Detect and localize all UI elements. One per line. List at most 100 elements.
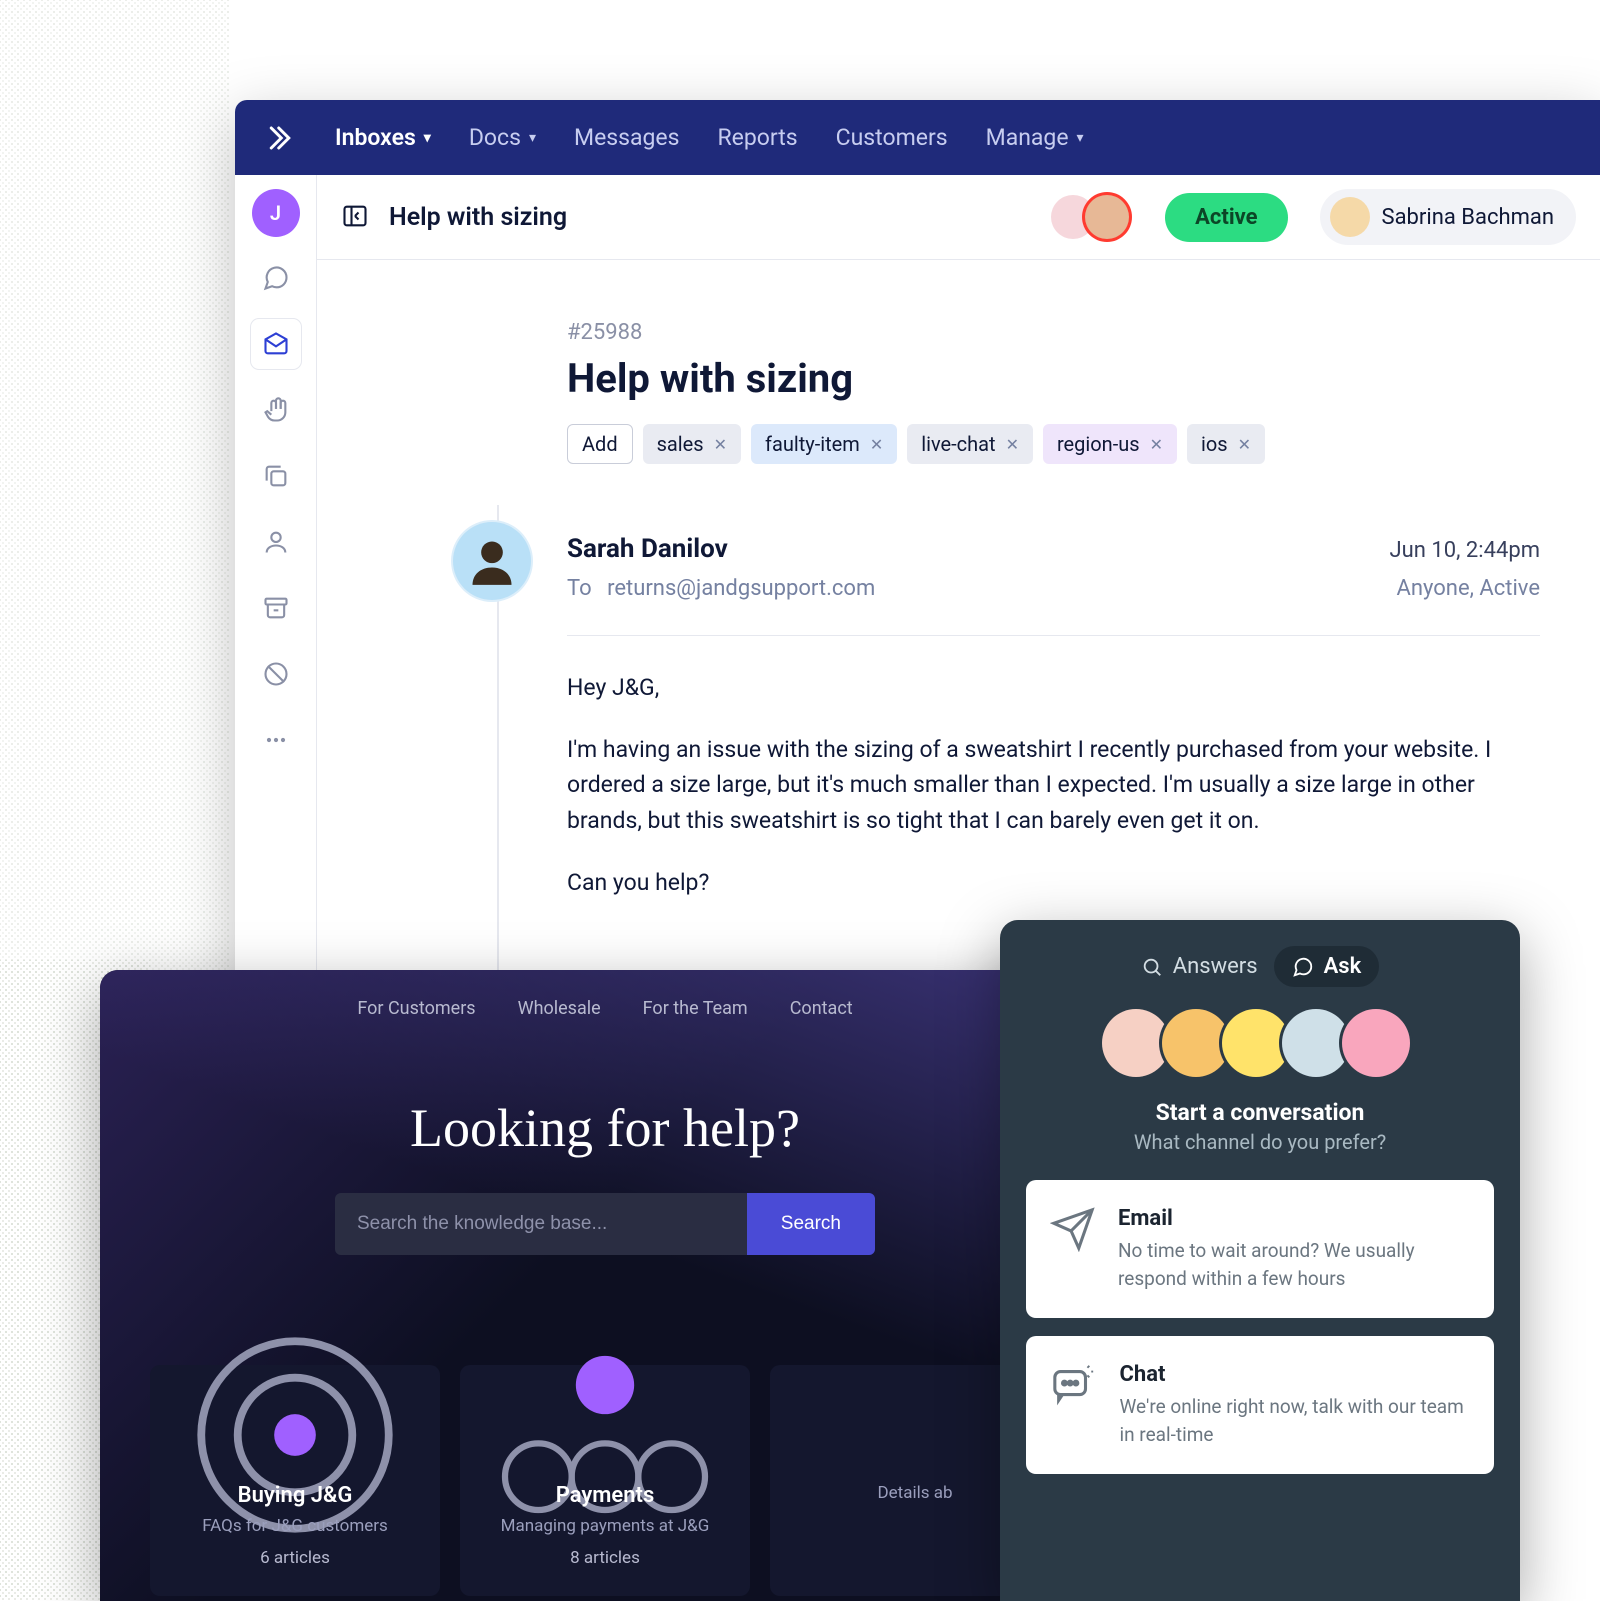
kb-card-subtitle: FAQs for J&G customers: [170, 1516, 420, 1536]
channel-desc: We're online right now, talk with our te…: [1119, 1393, 1470, 1448]
nav-inboxes[interactable]: Inboxes ▾: [335, 124, 431, 151]
viewer-avatar-current[interactable]: [1085, 195, 1129, 239]
message-paragraph: Hey J&G,: [567, 670, 1540, 706]
paper-plane-icon: [1050, 1206, 1096, 1292]
message-date: Jun 10, 2:44pm: [1390, 538, 1540, 563]
app-logo[interactable]: [263, 121, 297, 155]
message: Sarah Danilov Jun 10, 2:44pm To returns@…: [567, 534, 1540, 900]
chevron-down-icon: ▾: [424, 130, 431, 146]
assignee-chip[interactable]: Sabrina Bachman: [1320, 189, 1576, 245]
close-icon[interactable]: ✕: [1238, 435, 1251, 454]
close-icon[interactable]: ✕: [1006, 435, 1019, 454]
current-user-avatar[interactable]: J: [252, 189, 300, 237]
add-tag-button[interactable]: Add: [567, 424, 633, 464]
kb-nav-team[interactable]: For the Team: [643, 998, 748, 1019]
message-meta: Anyone, Active: [1397, 576, 1541, 601]
viewers: [1061, 195, 1129, 239]
target-icon: [170, 1405, 420, 1465]
tag-live-chat[interactable]: live-chat✕: [907, 424, 1033, 464]
tag-label: sales: [657, 432, 704, 456]
tab-ask[interactable]: Ask: [1274, 946, 1380, 987]
kb-search-button[interactable]: Search: [747, 1193, 875, 1255]
tag-sales[interactable]: sales ✕: [643, 424, 741, 464]
channel-chat[interactable]: Chat We're online right now, talk with o…: [1026, 1336, 1494, 1474]
assignee-avatar: [1330, 197, 1370, 237]
nav-reports[interactable]: Reports: [718, 124, 798, 151]
nav-reports-label: Reports: [718, 124, 798, 151]
kb-card-count: 8 articles: [480, 1548, 730, 1568]
kb-hero-title: Looking for help?: [150, 1097, 1060, 1159]
widget-subtitle: What channel do you prefer?: [1026, 1130, 1494, 1154]
agent-avatar: [1162, 1009, 1230, 1077]
kb-card-buying[interactable]: Buying J&G FAQs for J&G customers 6 arti…: [150, 1365, 440, 1596]
message-paragraph: I'm having an issue with the sizing of a…: [567, 732, 1540, 839]
close-icon[interactable]: ✕: [1150, 435, 1163, 454]
kb-card-payments[interactable]: Payments Managing payments at J&G 8 arti…: [460, 1365, 750, 1596]
kb-nav-contact[interactable]: Contact: [790, 998, 853, 1019]
to-address: returns@jandgsupport.com: [607, 576, 875, 601]
close-icon[interactable]: ✕: [870, 435, 883, 454]
nav-manage[interactable]: Manage ▾: [986, 124, 1084, 151]
kb-nav-wholesale[interactable]: Wholesale: [518, 998, 601, 1019]
agent-avatar: [1342, 1009, 1410, 1077]
sender-name: Sarah Danilov: [567, 534, 728, 564]
avatar-initial: J: [270, 201, 281, 225]
tab-ask-label: Ask: [1324, 954, 1362, 979]
divider: [567, 635, 1540, 636]
conversation-header: Help with sizing Active Sabrina Bachman: [317, 175, 1600, 260]
copy-icon[interactable]: [251, 451, 301, 501]
kb-search: Search: [335, 1193, 875, 1255]
kb-cards: Buying J&G FAQs for J&G customers 6 arti…: [150, 1365, 1060, 1596]
tag-label: ios: [1201, 432, 1228, 456]
channel-name: Email: [1118, 1206, 1470, 1231]
tag-label: faulty-item: [765, 432, 860, 456]
chevron-down-icon: ▾: [529, 130, 536, 146]
widget-tabs: Answers Ask: [1026, 946, 1494, 987]
mail-icon[interactable]: [251, 319, 301, 369]
agent-avatar: [1282, 1009, 1350, 1077]
status-pill[interactable]: Active: [1165, 193, 1287, 242]
tag-label: region-us: [1057, 432, 1140, 456]
close-icon[interactable]: ✕: [714, 435, 727, 454]
nav-messages[interactable]: Messages: [574, 124, 680, 151]
ticket-title: Help with sizing: [567, 355, 1540, 402]
ticket-id: #25988: [567, 320, 1540, 345]
nav-inboxes-label: Inboxes: [335, 124, 416, 151]
kb-nav-customers[interactable]: For Customers: [357, 998, 475, 1019]
hand-icon[interactable]: [251, 385, 301, 435]
conversation-title: Help with sizing: [389, 203, 567, 232]
kb-card-subtitle: Managing payments at J&G: [480, 1516, 730, 1536]
more-icon[interactable]: [251, 715, 301, 765]
tag-region-us[interactable]: region-us ✕: [1043, 424, 1177, 464]
channel-email[interactable]: Email No time to wait around? We usually…: [1026, 1180, 1494, 1318]
chevron-down-icon: ▾: [1077, 130, 1084, 146]
kb-nav: For Customers Wholesale For the Team Con…: [150, 998, 1060, 1019]
channel-name: Chat: [1119, 1362, 1470, 1387]
tag-faulty-item[interactable]: faulty-item ✕: [751, 424, 897, 464]
circles-icon: [480, 1405, 730, 1465]
nav-docs[interactable]: Docs ▾: [469, 124, 536, 151]
archive-icon[interactable]: [251, 583, 301, 633]
person-icon[interactable]: [251, 517, 301, 567]
sidebar-toggle-icon[interactable]: [341, 202, 371, 232]
agent-avatar: [1102, 1009, 1170, 1077]
tag-ios[interactable]: ios ✕: [1187, 424, 1265, 464]
chat-bubble-icon: [1050, 1362, 1097, 1448]
tab-answers[interactable]: Answers: [1141, 946, 1258, 987]
chat-widget: Answers Ask Start a conversation What ch…: [1000, 920, 1520, 1601]
message-body: Hey J&G, I'm having an issue with the si…: [567, 670, 1540, 900]
assignee-name: Sabrina Bachman: [1382, 205, 1554, 230]
nav-customers-label: Customers: [836, 124, 948, 151]
nav-docs-label: Docs: [469, 124, 521, 151]
knowledge-base-window: For Customers Wholesale For the Team Con…: [100, 970, 1110, 1601]
kb-search-input[interactable]: [335, 1193, 747, 1255]
sender-avatar[interactable]: [457, 526, 527, 596]
nav-customers[interactable]: Customers: [836, 124, 948, 151]
block-icon[interactable]: [251, 649, 301, 699]
chat-icon[interactable]: [251, 253, 301, 303]
tag-row: Add sales ✕ faulty-item ✕ live-chat✕ regio…: [567, 424, 1540, 464]
channel-desc: No time to wait around? We usually respo…: [1118, 1237, 1470, 1292]
top-nav: Inboxes ▾ Docs ▾ Messages Reports Custom…: [235, 100, 1600, 175]
agent-avatars: [1026, 1009, 1494, 1077]
nav-manage-label: Manage: [986, 124, 1069, 151]
